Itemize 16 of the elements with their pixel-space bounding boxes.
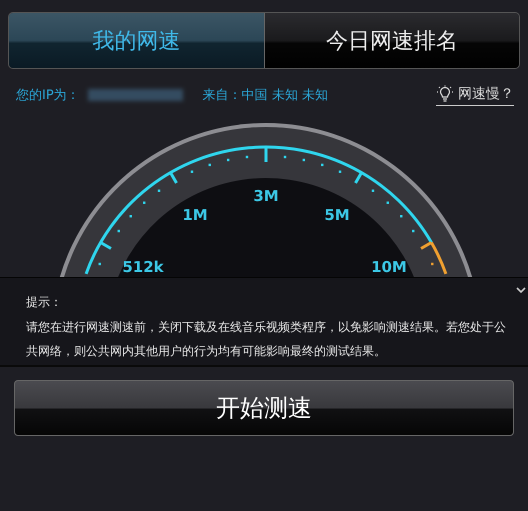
speed-scale-label: 3M (253, 187, 279, 205)
start-test-button[interactable]: 开始测速 (14, 380, 514, 436)
tip-title: 提示： (26, 294, 63, 310)
tab[interactable]: 我的网速 (9, 13, 264, 68)
speed-scale-label: 512k (122, 258, 164, 276)
slow-speed-link[interactable]: 网速慢？ (436, 84, 514, 106)
ip-label: 您的IP为： (16, 87, 80, 104)
lightbulb-icon (436, 84, 454, 102)
speed-scale-label: 1M (182, 206, 208, 224)
link-text: 网速慢？ (458, 84, 514, 102)
location-text: 来自：中国 未知 未知 (202, 87, 328, 104)
tab[interactable]: 今日网速排名 (264, 13, 519, 68)
chevron-icon[interactable] (516, 287, 526, 294)
speed-scale-label: 5M (324, 206, 350, 224)
speed-scale-label: 10M (371, 258, 407, 276)
tip-text: 请您在进行网速测速前，关闭下载及在线音乐视频类程序，以免影响测速结果。若您处于公共网络，则公共网内其他用户的行为均有可能影响最终的测试结果。 (26, 319, 507, 360)
